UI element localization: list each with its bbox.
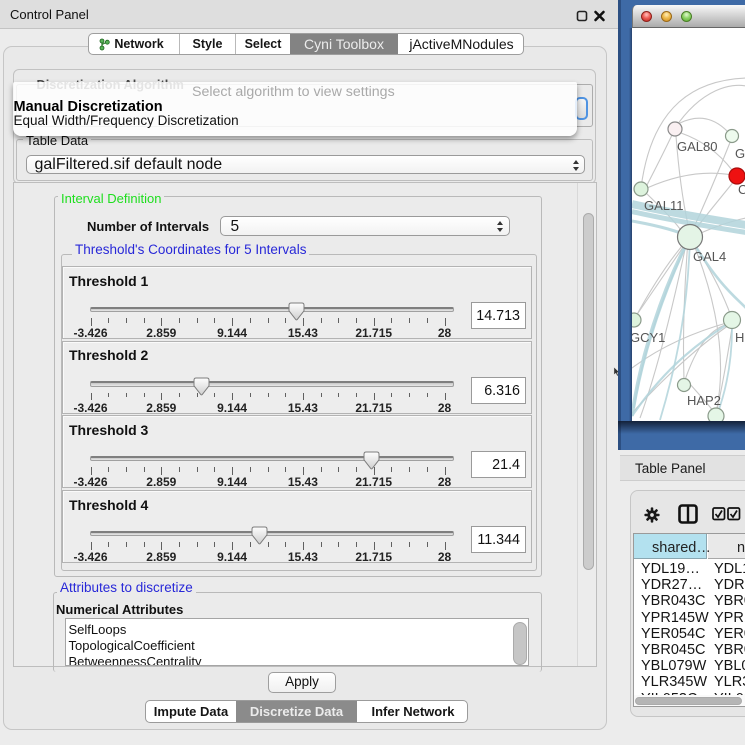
- svg-text:H: H: [735, 330, 744, 345]
- svg-text:HAP2: HAP2: [687, 393, 721, 408]
- svg-text:GCY1: GCY1: [632, 330, 665, 345]
- svg-text:GAL11: GAL11: [644, 198, 684, 213]
- svg-text:G.: G.: [735, 146, 745, 161]
- svg-text:C: C: [738, 182, 745, 197]
- svg-text:GAL4: GAL4: [693, 249, 726, 264]
- svg-text:GAL80: GAL80: [677, 139, 717, 154]
